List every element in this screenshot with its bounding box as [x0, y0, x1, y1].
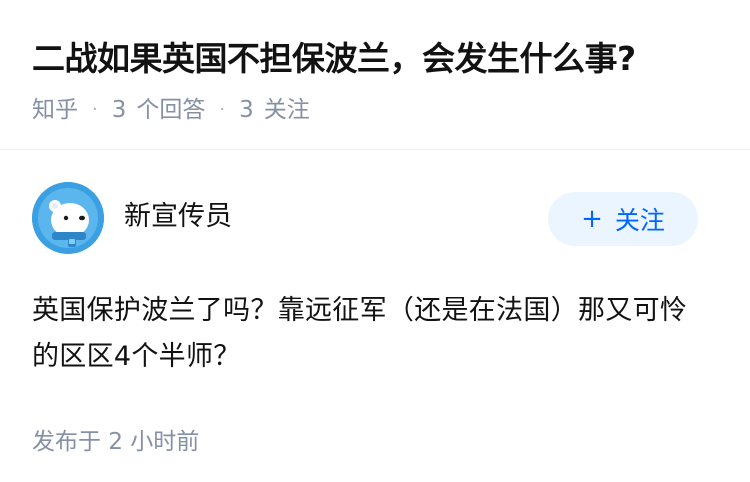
follow-count: 3 — [239, 97, 254, 123]
question-title[interactable]: 二战如果英国不担保波兰，会发生什么事? — [32, 0, 718, 82]
follow-button-label: 关注 — [614, 206, 665, 235]
follow-button[interactable]: + 关注 — [548, 192, 698, 246]
answer-content[interactable]: 英国保护波兰了吗？靠远征军（还是在法国）那又可怜的区区4个半师？ — [32, 288, 712, 380]
source-label[interactable]: 知乎 — [32, 94, 78, 126]
avatar[interactable] — [32, 182, 104, 254]
follow-count-label: 关注 — [263, 97, 310, 123]
answer-count: 3 — [111, 97, 127, 123]
answer-card: 新宣传员 + 关注 英国保护波兰了吗？靠远征军（还是在法国）那又可怜的区区4个半… — [0, 182, 750, 458]
answer-time: 发布于 2 小时前 — [32, 426, 718, 458]
plus-icon: + — [581, 204, 603, 234]
author-name[interactable]: 新宣传员 — [124, 198, 232, 236]
time-prefix: 发布于 — [32, 429, 101, 455]
polar-bear-avatar-icon — [32, 182, 104, 254]
time-value: 2 小时前 — [108, 429, 200, 455]
question-meta: 知乎 · 3 个回答 · 3 关注 — [32, 94, 718, 126]
question-header: 二战如果英国不担保波兰，会发生什么事? 知乎 · 3 个回答 · 3 关注 — [0, 0, 750, 150]
author-row: 新宣传员 + 关注 — [32, 182, 718, 288]
answer-count-label: 个回答 — [136, 97, 206, 123]
dot-separator-icon: · — [92, 99, 98, 120]
dot-separator-icon: · — [219, 99, 226, 120]
